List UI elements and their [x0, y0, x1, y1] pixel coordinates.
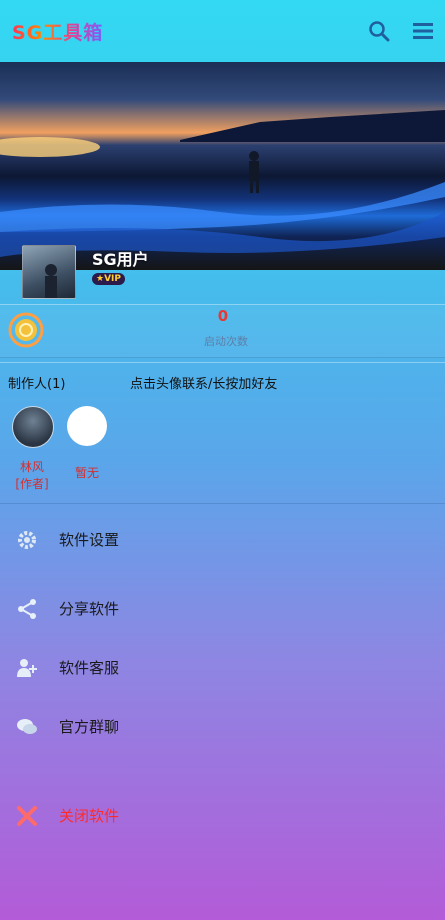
- close-icon: [16, 805, 38, 827]
- share-icon: [16, 598, 38, 620]
- menu-item-share[interactable]: 分享软件: [0, 589, 445, 629]
- makers-title: 制作人(1): [8, 377, 66, 392]
- menu-label: 分享软件: [59, 600, 120, 618]
- menu-icon[interactable]: [411, 20, 435, 42]
- menu-item-exit[interactable]: 关闭软件: [0, 796, 445, 836]
- top-bar: SG工具箱: [0, 0, 445, 62]
- coin-icon: [8, 312, 44, 348]
- menu-item-group-chat[interactable]: 官方群聊: [0, 707, 445, 747]
- username: SG用户: [92, 250, 149, 269]
- maker-avatar[interactable]: [67, 406, 107, 446]
- vip-badge: ★VIP: [92, 273, 125, 285]
- stats-panel: 0 启动次数: [0, 304, 445, 358]
- launch-count-value: 0: [217, 307, 229, 325]
- maker-name: 林风 [作者]: [15, 460, 49, 491]
- menu-label: 官方群聊: [59, 718, 120, 736]
- profile-banner-image: [0, 62, 445, 270]
- menu-item-support[interactable]: 软件客服: [0, 648, 445, 688]
- makers-hint: 点击头像联系/长按加好友: [130, 377, 278, 392]
- search-icon[interactable]: [366, 18, 392, 44]
- gear-icon: [16, 529, 38, 551]
- menu-label: 软件客服: [59, 659, 120, 677]
- menu-label: 关闭软件: [59, 807, 120, 825]
- app-title: SG工具箱: [12, 18, 103, 45]
- menu-label: 软件设置: [59, 531, 120, 549]
- menu-item-settings[interactable]: 软件设置: [0, 520, 445, 560]
- maker-avatar[interactable]: [12, 406, 54, 448]
- add-user-icon: [16, 657, 38, 679]
- user-avatar[interactable]: [22, 245, 76, 299]
- launch-count-label: 启动次数: [204, 335, 248, 348]
- maker-name: 暂无: [74, 466, 99, 480]
- chat-icon: [16, 716, 38, 738]
- makers-panel: 制作人(1) 点击头像联系/长按加好友 林风 [作者] 暂无: [0, 362, 445, 504]
